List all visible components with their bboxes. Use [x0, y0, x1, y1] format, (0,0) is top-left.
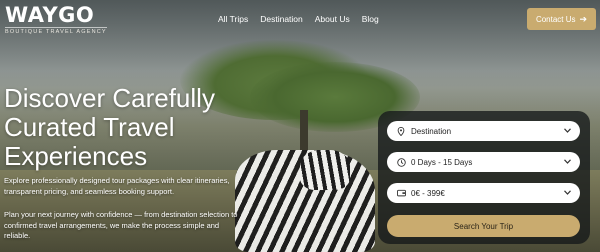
contact-us-button[interactable]: Contact Us ➔: [527, 8, 596, 30]
top-nav: WAYGO BOUTIQUE TRAVEL AGENCY All Trips D…: [0, 0, 600, 40]
hero-section: WAYGO BOUTIQUE TRAVEL AGENCY All Trips D…: [0, 0, 600, 252]
nav-destination[interactable]: Destination: [260, 14, 303, 24]
logo-tagline: BOUTIQUE TRAVEL AGENCY: [5, 27, 107, 35]
chevron-down-icon: [564, 127, 571, 135]
chevron-down-icon: [564, 158, 571, 166]
chevron-down-icon: [564, 189, 571, 197]
clock-icon: [396, 157, 406, 167]
search-trip-button[interactable]: Search Your Trip: [387, 215, 580, 237]
hero-headline: Discover Carefully Curated Travel Experi…: [4, 83, 215, 171]
location-pin-icon: [396, 126, 406, 136]
main-menu: All Trips Destination About Us Blog: [218, 14, 379, 24]
duration-select[interactable]: 0 Days - 15 Days: [387, 152, 580, 172]
budget-select[interactable]: 0€ - 399€: [387, 183, 580, 203]
duration-label: 0 Days - 15 Days: [411, 157, 473, 167]
nav-all-trips[interactable]: All Trips: [218, 14, 248, 24]
contact-us-label: Contact Us: [535, 14, 576, 24]
zebra-head-image: [300, 150, 350, 190]
nav-blog[interactable]: Blog: [362, 14, 379, 24]
brand-logo[interactable]: WAYGO BOUTIQUE TRAVEL AGENCY: [5, 4, 107, 36]
trip-search-panel: Destination 0 Days - 15 Days 0€ - 399€ S…: [378, 111, 590, 244]
hero-paragraph-2: Plan your next journey with confidence —…: [4, 210, 238, 240]
logo-wordmark: WAYGO: [5, 3, 95, 27]
destination-label: Destination: [411, 126, 452, 136]
nav-about-us[interactable]: About Us: [315, 14, 350, 24]
budget-label: 0€ - 399€: [411, 188, 445, 198]
hero-paragraph-1: Explore professionally designed tour pac…: [4, 176, 230, 196]
destination-select[interactable]: Destination: [387, 121, 580, 141]
arrow-right-icon: ➔: [579, 13, 588, 24]
wallet-icon: [396, 189, 406, 197]
